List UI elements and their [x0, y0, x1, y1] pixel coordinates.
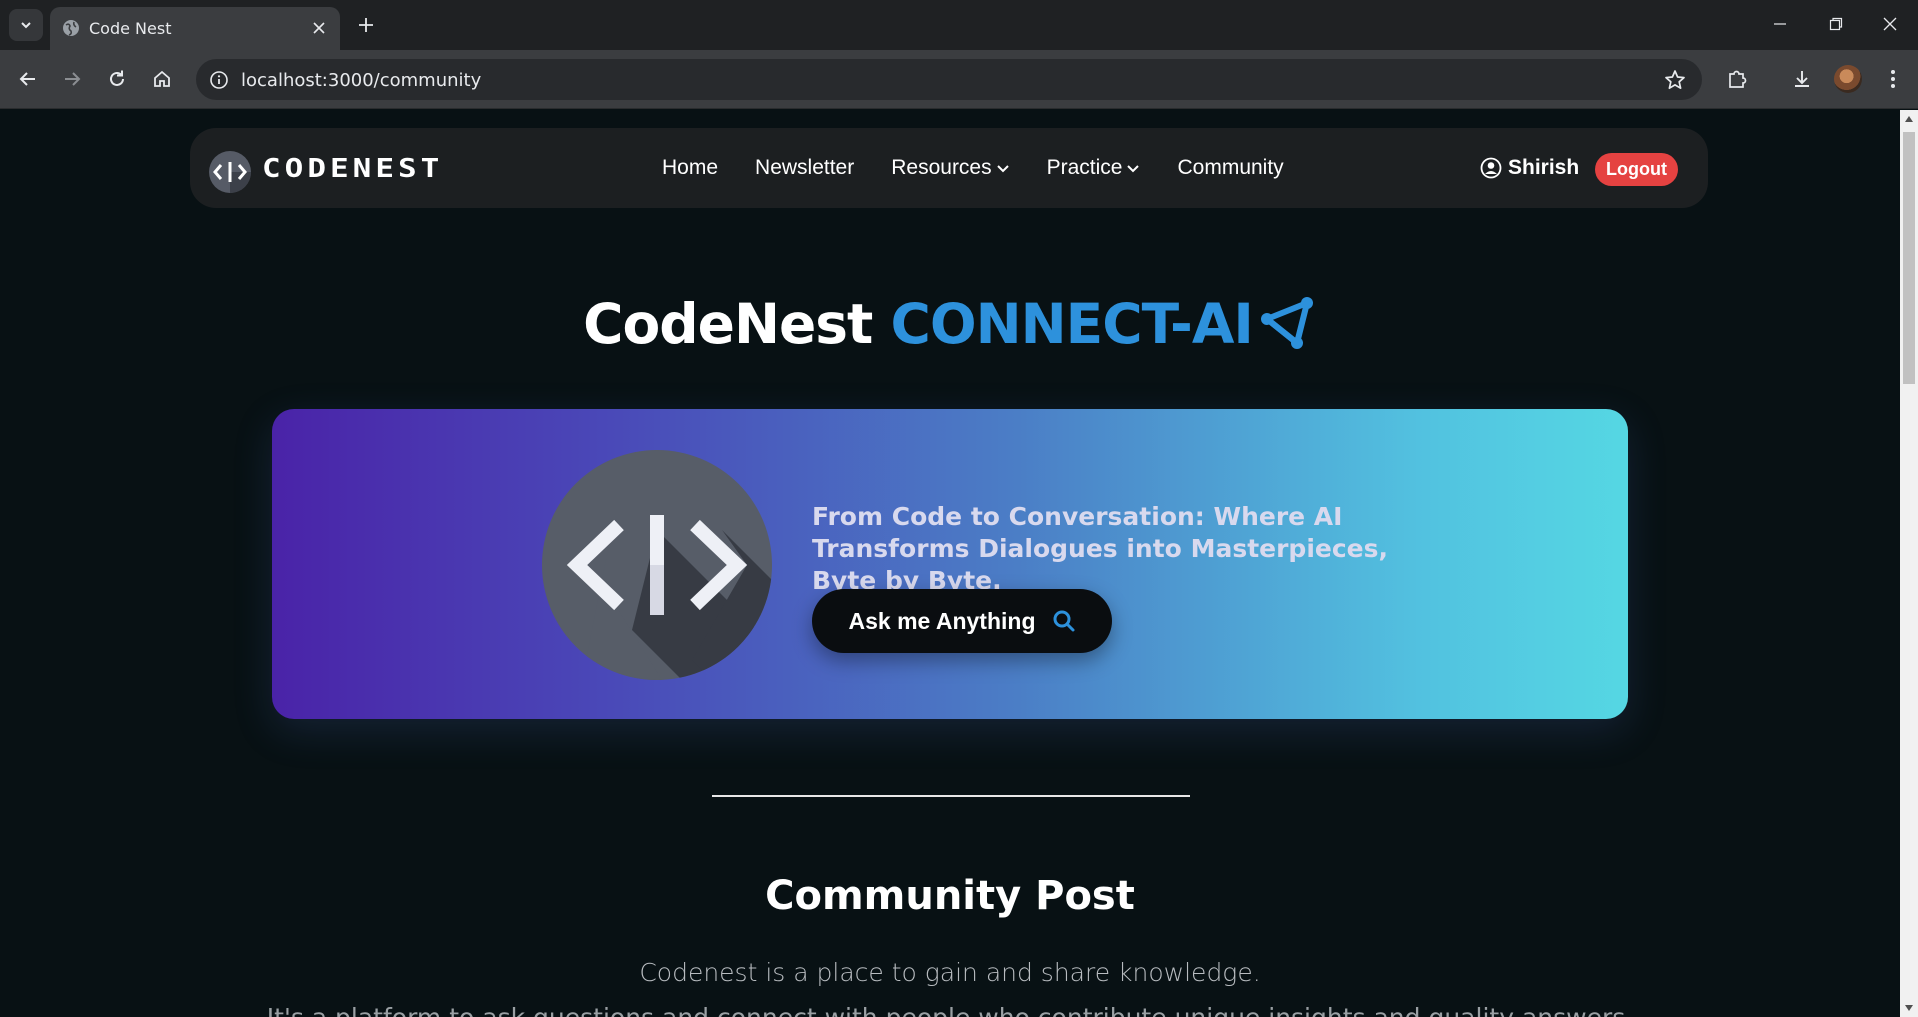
close-icon	[1883, 17, 1897, 31]
chevron-down-icon	[996, 165, 1009, 173]
codenest-logo-icon	[542, 450, 772, 680]
nav-resources[interactable]: Resources	[891, 156, 1009, 180]
nav-links: Home Newsletter Resources Practice Commu…	[662, 128, 1321, 208]
ask-ai-button[interactable]: Ask me Anything	[812, 589, 1112, 653]
user-name: Shirish	[1508, 156, 1580, 179]
browser-tab[interactable]: Code Nest	[50, 7, 340, 50]
extensions-button[interactable]	[1722, 64, 1752, 94]
globe-icon	[63, 20, 79, 36]
close-window-button[interactable]	[1862, 0, 1918, 48]
nav-community[interactable]: Community	[1177, 156, 1283, 180]
reload-button[interactable]	[102, 64, 132, 94]
browser-toolbar: localhost:3000/community	[0, 50, 1918, 109]
logout-button[interactable]: Logout	[1595, 153, 1678, 186]
community-subtitle: Codenest is a place to gain and share kn…	[639, 958, 1261, 987]
community-subtitle-2: It's a platform to ask questions and con…	[0, 1003, 1900, 1017]
arrow-left-icon	[19, 72, 35, 86]
back-button[interactable]	[13, 64, 43, 94]
title-main: CodeNest	[583, 292, 873, 356]
download-icon	[1795, 71, 1809, 87]
search-icon	[1053, 610, 1074, 632]
page-viewport: CODENEST Home Newsletter Resources Pract…	[0, 110, 1900, 1017]
plus-icon	[359, 18, 373, 32]
home-icon	[154, 70, 170, 87]
kebab-menu-icon	[1891, 70, 1895, 88]
profile-avatar[interactable]	[1834, 65, 1862, 93]
page-title: CodeNest CONNECT-AI	[0, 292, 1900, 356]
share-nodes-icon	[1260, 297, 1313, 349]
page-scrollbar[interactable]	[1900, 110, 1918, 1017]
banner-tagline: From Code to Conversation: Where AI Tran…	[812, 502, 1389, 595]
nav-home[interactable]: Home	[662, 156, 718, 180]
forward-button[interactable]	[57, 64, 87, 94]
scroll-down-arrow[interactable]	[1905, 1005, 1913, 1011]
community-post-title: Community Post	[765, 873, 1135, 919]
arrow-right-icon	[65, 72, 81, 86]
minimize-button[interactable]	[1752, 0, 1808, 48]
minimize-icon	[1774, 23, 1786, 25]
tab-title: Code Nest	[89, 19, 172, 38]
nav-resources-label: Resources	[891, 156, 992, 179]
logo-text[interactable]: CODENEST	[262, 154, 443, 184]
reload-icon	[110, 70, 124, 86]
title-accent: CONNECT-AI	[890, 292, 1253, 356]
site-navbar: CODENEST Home Newsletter Resources Pract…	[190, 128, 1708, 208]
info-icon	[210, 71, 228, 89]
browser-menu-button[interactable]	[1878, 64, 1908, 94]
nav-practice-label: Practice	[1046, 156, 1123, 179]
browser-tab-bar: Code Nest	[0, 0, 1918, 50]
restore-button[interactable]	[1808, 0, 1864, 48]
puzzle-icon	[1729, 70, 1747, 88]
user-circle-icon	[1480, 157, 1502, 179]
home-button[interactable]	[147, 64, 177, 94]
ai-banner: From Code to Conversation: Where AI Tran…	[272, 409, 1628, 719]
scroll-up-arrow[interactable]	[1905, 116, 1913, 122]
site-info-button[interactable]	[204, 65, 234, 95]
chevron-down-icon	[1127, 165, 1140, 173]
new-tab-button[interactable]	[352, 11, 380, 39]
scrollbar-thumb[interactable]	[1903, 132, 1915, 384]
restore-icon	[1829, 17, 1843, 31]
close-tab-button[interactable]	[308, 17, 330, 39]
ask-ai-label: Ask me Anything	[848, 607, 1036, 634]
codenest-logo-icon[interactable]	[208, 150, 252, 194]
section-divider	[712, 795, 1190, 797]
close-icon	[313, 22, 325, 34]
star-icon	[1665, 70, 1685, 90]
bookmark-button[interactable]	[1662, 67, 1688, 93]
tab-list-button[interactable]	[9, 9, 43, 41]
user-profile[interactable]: Shirish	[1480, 156, 1579, 180]
nav-practice[interactable]: Practice	[1047, 156, 1141, 180]
downloads-button[interactable]	[1787, 64, 1817, 94]
nav-newsletter[interactable]: Newsletter	[755, 156, 854, 180]
url-text: localhost:3000/community	[241, 70, 482, 91]
address-bar[interactable]: localhost:3000/community	[196, 59, 1702, 100]
chevron-down-icon	[21, 22, 31, 29]
